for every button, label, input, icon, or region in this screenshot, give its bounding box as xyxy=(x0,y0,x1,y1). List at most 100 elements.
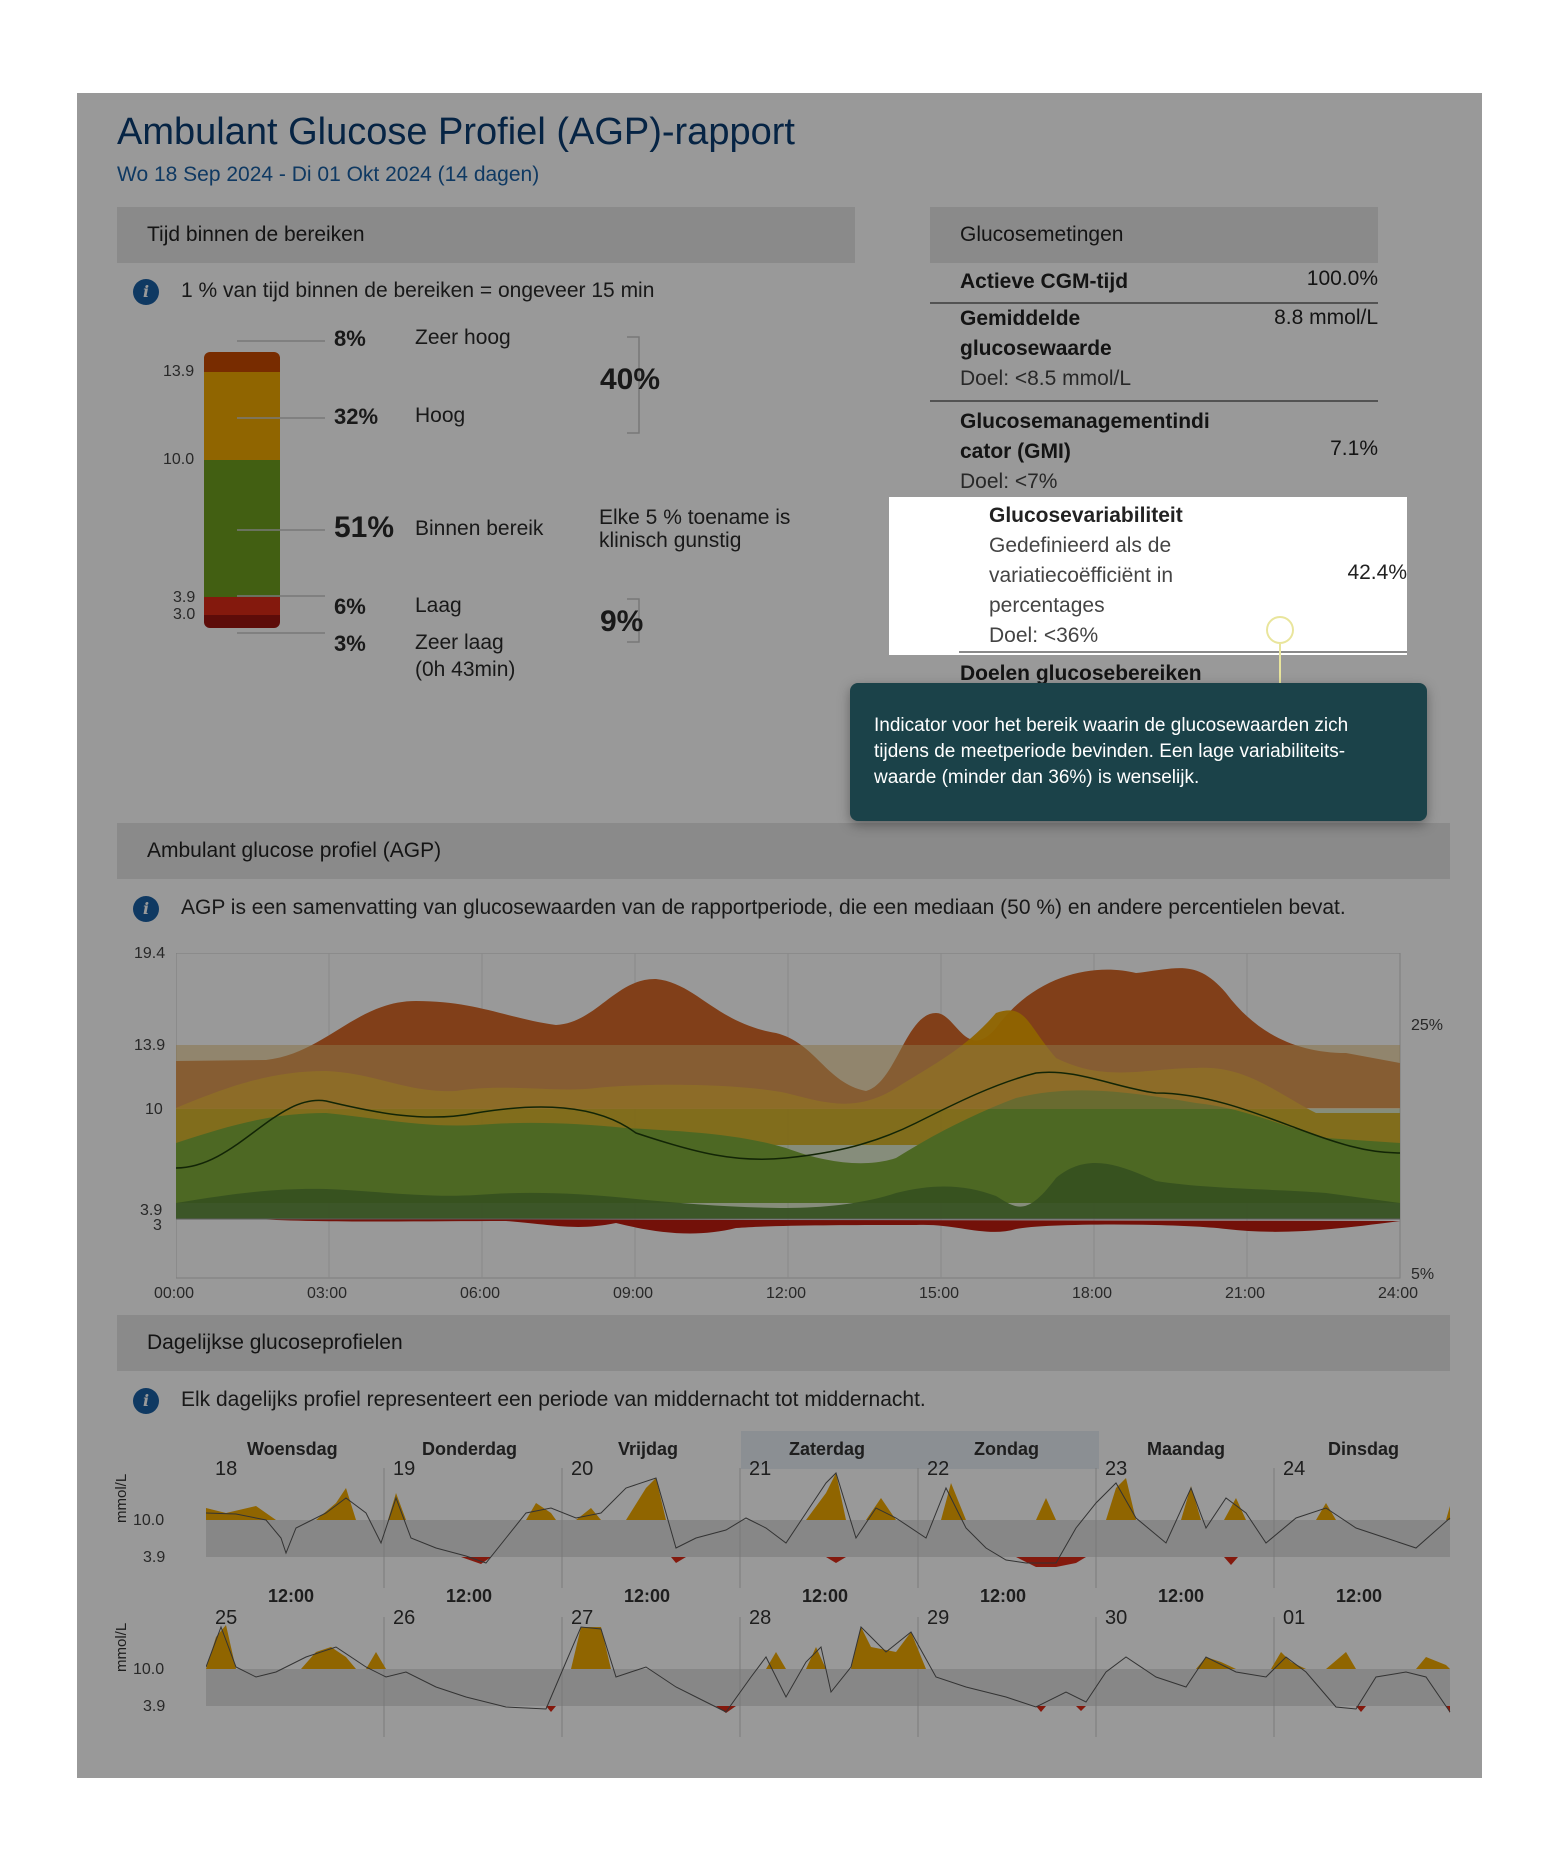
metric-label-line: glucosewaarde xyxy=(960,337,1112,360)
tir-tick: 3.9 xyxy=(173,589,196,606)
agp-x-tick: 18:00 xyxy=(1072,1285,1113,1302)
metric-gmi: Glucosemanagementindi cator (GMI) Doel: … xyxy=(930,402,1378,500)
metric-goal: Doel: <7% xyxy=(960,470,1058,493)
date-number: 20 xyxy=(571,1458,594,1480)
daily-y-tick: 10.0 xyxy=(133,1512,165,1529)
agp-x-tick: 15:00 xyxy=(919,1285,960,1302)
metric-label-line: Gemiddelde xyxy=(960,307,1081,330)
low-pct: 6% xyxy=(334,594,366,619)
weekday-label: Zondag xyxy=(974,1439,1039,1459)
date-number: 22 xyxy=(927,1458,950,1480)
metric-glucose-variability: Glucosevariabiliteit Gedefinieerd als de… xyxy=(959,497,1407,653)
very-high-label: Zeer hoog xyxy=(415,326,511,349)
info-icon[interactable]: i xyxy=(133,279,159,305)
agp-x-tick: 24:00 xyxy=(1378,1285,1419,1302)
daily-info-text: Elk dagelijks profiel representeert een … xyxy=(181,1388,926,1411)
info-icon[interactable]: i xyxy=(133,896,159,922)
metric-desc: variatiecoëfficiënt in xyxy=(989,564,1174,587)
report-period: Wo 18 Sep 2024 - Di 01 Okt 2024 (14 dage… xyxy=(117,163,540,186)
noon-label: 12:00 xyxy=(268,1586,315,1606)
tour-tooltip[interactable]: Indicator voor het bereik waarin de gluc… xyxy=(850,683,1427,821)
agp-right-label: 5% xyxy=(1411,1266,1435,1283)
tir-tick: 13.9 xyxy=(163,363,195,380)
agp-info: i AGP is een samenvatting van glucosewaa… xyxy=(133,896,1346,922)
agp-x-tick: 09:00 xyxy=(613,1285,654,1302)
agp-y-tick: 13.9 xyxy=(134,1037,166,1054)
daily-y-tick: 10.0 xyxy=(133,1661,165,1678)
tour-connector xyxy=(1279,644,1281,683)
metric-label: Actieve CGM-tijd xyxy=(960,270,1129,293)
date-number: 19 xyxy=(393,1458,416,1480)
tooltip-text: tijdens de meetperiode bevinden. Een lag… xyxy=(874,741,1346,762)
metric-cgm-active: Actieve CGM-tijd 100.0% xyxy=(930,263,1378,304)
metric-label: Gemiddelde glucosewaarde Doel: <8.5 mmol… xyxy=(960,304,1131,394)
low-label: Laag xyxy=(415,594,462,617)
daily-info: i Elk dagelijks profiel representeert ee… xyxy=(133,1388,926,1414)
metric-desc: percentages xyxy=(989,594,1105,617)
weekday-label: Donderdag xyxy=(422,1439,518,1459)
daily-profile-week2 xyxy=(206,1617,1451,1737)
tir-info-text: 1 % van tijd binnen de bereiken = ongeve… xyxy=(181,279,655,302)
section-agp: Ambulant glucose profiel (AGP) xyxy=(117,823,1450,879)
metric-value: 8.8 mmol/L xyxy=(1274,306,1378,329)
page-title: Ambulant Glucose Profiel (AGP)-rapport xyxy=(117,111,795,153)
section-time-in-ranges: Tijd binnen de bereiken xyxy=(117,207,855,263)
metric-value: 42.4% xyxy=(1347,561,1407,584)
date-number: 30 xyxy=(1105,1607,1128,1629)
agp-x-tick: 21:00 xyxy=(1225,1285,1266,1302)
metric-value: 7.1% xyxy=(1330,437,1378,460)
date-number: 23 xyxy=(1105,1458,1128,1480)
in-range-label: Binnen bereik xyxy=(415,517,544,540)
agp-y-tick: 10 xyxy=(145,1101,163,1118)
info-icon[interactable]: i xyxy=(133,1388,159,1414)
y-unit-label: mmol/L xyxy=(113,1622,130,1672)
very-high-pct: 8% xyxy=(334,326,366,351)
date-number: 25 xyxy=(215,1607,238,1629)
in-range-pct: 51% xyxy=(334,511,395,544)
noon-label: 12:00 xyxy=(624,1586,671,1606)
date-number: 24 xyxy=(1283,1458,1306,1480)
agp-y-tick: 19.4 xyxy=(134,945,166,962)
agp-report: Ambulant Glucose Profiel (AGP)-rapport W… xyxy=(77,93,1482,1778)
metric-value: 100.0% xyxy=(1306,267,1378,290)
metric-goal: Doel: <36% xyxy=(989,624,1099,647)
section-daily-profiles: Dagelijkse glucoseprofielen xyxy=(117,1315,1450,1371)
tooltip-text: waarde (minder dan 36%) is wenselijk. xyxy=(874,767,1200,788)
date-number: 29 xyxy=(927,1607,950,1629)
agp-x-tick: 03:00 xyxy=(307,1285,348,1302)
date-number: 26 xyxy=(393,1607,416,1629)
noon-label: 12:00 xyxy=(1158,1586,1205,1606)
daily-y-tick: 3.9 xyxy=(143,1549,166,1566)
tir-tick: 10.0 xyxy=(163,451,195,468)
noon-label: 12:00 xyxy=(980,1586,1027,1606)
weekday-label: Woensdag xyxy=(247,1439,338,1459)
date-number: 28 xyxy=(749,1607,772,1629)
daily-y-tick: 3.9 xyxy=(143,1698,166,1715)
tour-hotspot-icon[interactable] xyxy=(1266,616,1294,644)
date-number: 21 xyxy=(749,1458,772,1480)
agp-right-label: 25% xyxy=(1411,1017,1444,1034)
tir-info: i 1 % van tijd binnen de bereiken = onge… xyxy=(133,279,655,305)
highlight-glucose-variability[interactable]: Glucosevariabiliteit Gedefinieerd als de… xyxy=(889,497,1407,655)
clinical-note-line: klinisch gunstig xyxy=(599,529,742,552)
metric-label: Glucosemanagementindi cator (GMI) Doel: … xyxy=(960,407,1210,497)
noon-label: 12:00 xyxy=(802,1586,849,1606)
metric-label-title: Glucosevariabiliteit xyxy=(989,504,1183,527)
agp-y-tick: 3 xyxy=(153,1217,162,1234)
metric-label-line: cator (GMI) xyxy=(960,440,1071,463)
clinical-note: Elke 5 % toename is klinisch gunstig xyxy=(599,506,790,552)
agp-x-tick: 06:00 xyxy=(460,1285,501,1302)
tir-tick: 3.0 xyxy=(173,606,196,623)
daily-profile-week1 xyxy=(206,1468,1451,1588)
date-number: 01 xyxy=(1283,1607,1306,1629)
clinical-note-line: Elke 5 % toename is xyxy=(599,506,791,529)
y-unit-label: mmol/L xyxy=(113,1473,130,1523)
date-number: 18 xyxy=(215,1458,238,1480)
weekday-label: Maandag xyxy=(1147,1439,1226,1459)
noon-label: 12:00 xyxy=(446,1586,493,1606)
high-total-pct: 40% xyxy=(600,363,661,396)
metric-goal: Doel: <8.5 mmol/L xyxy=(960,367,1131,390)
agp-x-tick: 00:00 xyxy=(154,1285,195,1302)
tooltip-text: Indicator voor het bereik waarin de gluc… xyxy=(874,715,1349,736)
very-low-time: (0h 43min) xyxy=(415,658,516,681)
